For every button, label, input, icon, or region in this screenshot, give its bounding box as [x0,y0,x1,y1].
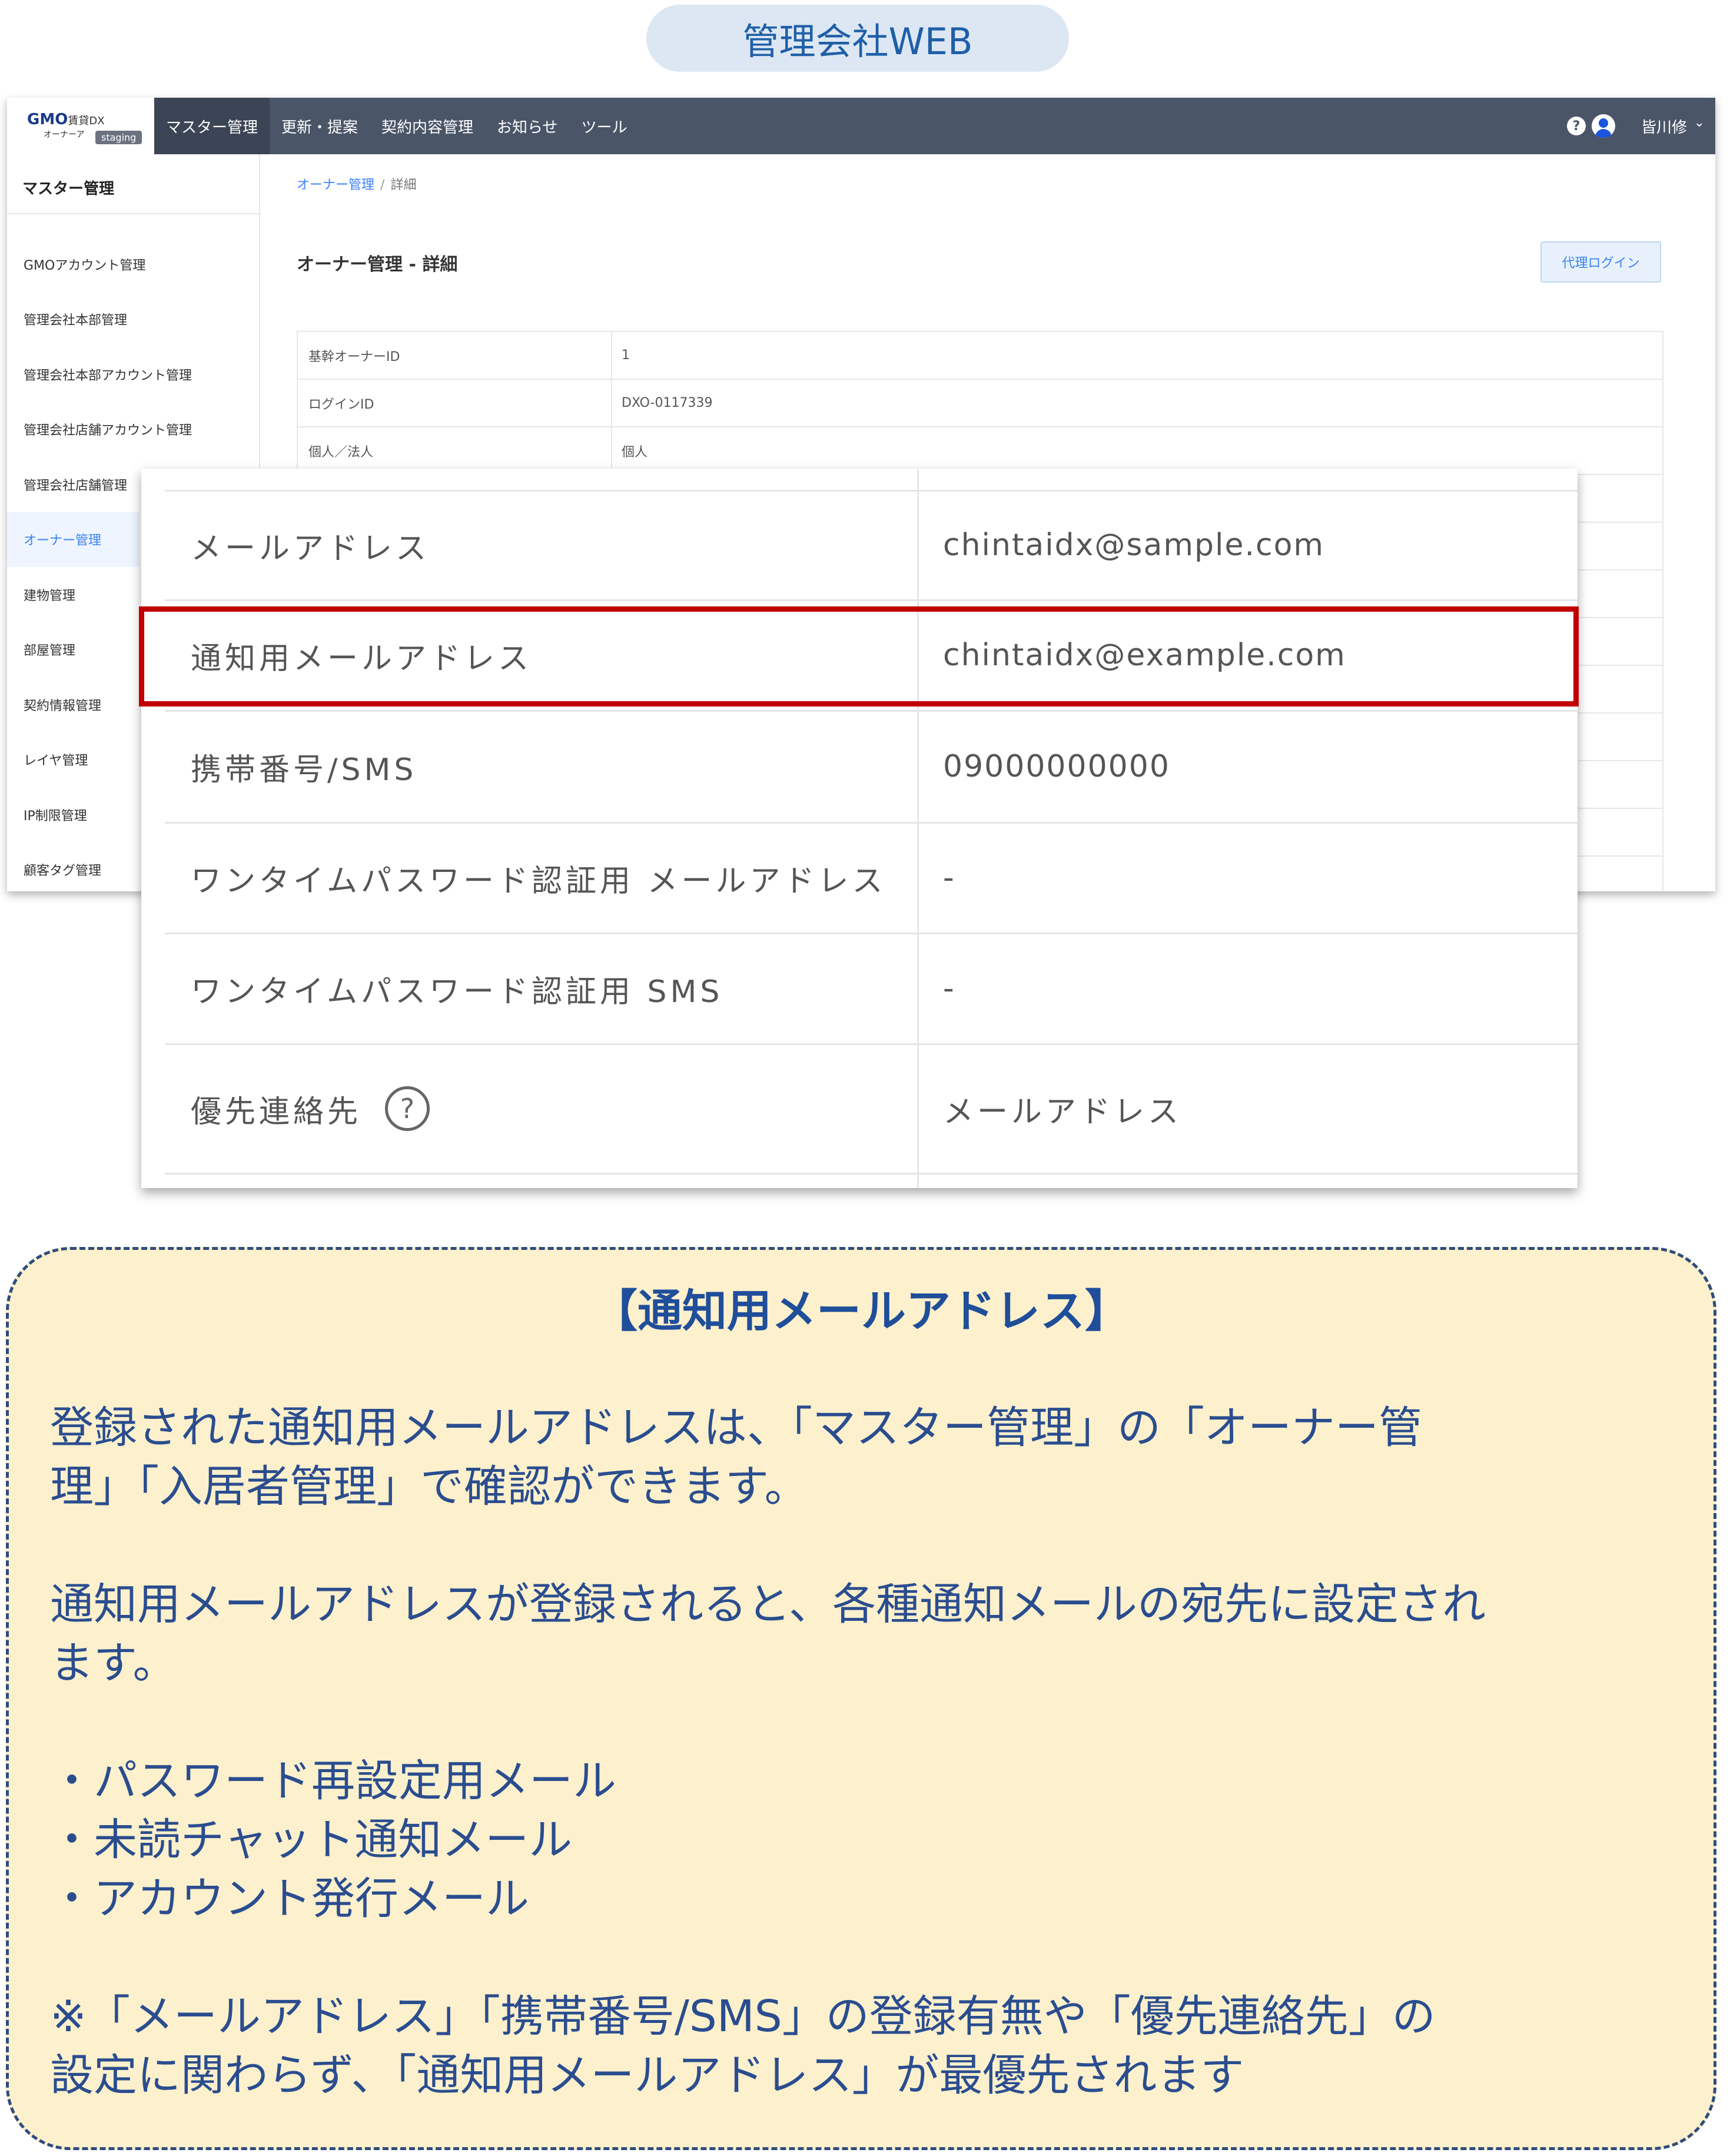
nav-master[interactable]: マスター管理 [154,98,270,154]
row-value: - [943,860,955,895]
list-item: ・アカウント発行メール [50,1873,529,1924]
list-item: ・未読チャット通知メール [50,1815,573,1865]
table-row: 基幹オーナーID 1 [298,332,1662,380]
logo-subtext: オーナーア [44,130,85,140]
row-otp-email: ワンタイムパスワード認証用 メールアドレス - [141,824,1578,931]
breadcrumb: オーナー管理 / 詳細 [297,174,416,193]
row-value: 個人 [622,445,648,460]
sidebar-item-hq-account[interactable]: 管理会社本部アカウント管理 [7,347,259,402]
note-line: 設定に関わらず、「通知用メールアドレス」が最優先されます [50,2050,1244,2101]
highlight-box [139,606,1579,706]
question-icon[interactable]: ? [385,1086,430,1131]
zoomed-detail-table: メールアドレス chintaidx@sample.com 通知用メールアドレス … [141,469,1578,1188]
row-key: メールアドレス [191,530,430,566]
help-icon[interactable]: ? [1567,117,1586,135]
row-key: 優先連絡先? [191,1046,430,1172]
row-key: 個人／法人 [308,445,374,460]
row-value: メールアドレス [943,1094,1183,1130]
row-key: 基幹オーナーID [308,349,400,364]
breadcrumb-sep: / [380,178,385,193]
row-value: 1 [622,348,630,363]
app-title-pill: 管理会社WEB [646,5,1069,72]
row-value: chintaidx@sample.com [943,528,1325,563]
logo-text: GMO賃貸DX [27,111,105,128]
env-badge: staging [95,131,142,144]
sidebar-item-owner[interactable]: オーナー管理 [7,512,140,567]
table-row: ログインID DXO-0117339 [298,380,1662,427]
row-key: ログインID [308,397,374,412]
row-value: DXO-0117339 [622,396,713,410]
row-value: - [943,971,955,1006]
sidebar-title: マスター管理 [22,180,115,198]
row-priority-contact: 優先連絡先? メールアドレス [141,1046,1578,1172]
sidebar-item-store-account[interactable]: 管理会社店舗アカウント管理 [7,402,259,457]
top-navbar: GMO賃貸DX オーナーア staging マスター管理 更新・提案 契約内容管… [7,98,1715,154]
nav-contract[interactable]: 契約内容管理 [370,98,485,154]
divider [7,213,259,214]
list-item: ・パスワード再設定用メール [50,1756,616,1806]
note-line: ※「メールアドレス」「携帯番号/SMS」の登録有無や「優先連絡先」の [50,1991,1436,2042]
paragraph-line: ます。 [50,1638,177,1689]
nav-news[interactable]: お知らせ [485,98,569,154]
row-key: ワンタイムパスワード認証用 SMS [191,974,723,1010]
nav-tools[interactable]: ツール [570,98,639,154]
row-key: 携帯番号/SMS [191,752,417,788]
row-key: ワンタイムパスワード認証用 メールアドレス [191,863,886,899]
nav-renewal[interactable]: 更新・提案 [270,98,370,154]
callout-body: 登録された通知用メールアドレスは、「マスター管理」の「オーナー管 理」「入居者管… [50,1398,1681,2105]
paragraph-line: 登録された通知用メールアドレスは、「マスター管理」の「オーナー管 [50,1402,1422,1453]
user-avatar-icon[interactable] [1592,114,1615,138]
row-otp-sms: ワンタイムパスワード認証用 SMS - [141,935,1578,1042]
sidebar-item-hq[interactable]: 管理会社本部管理 [7,292,259,347]
chevron-down-icon[interactable]: ⌄ [1694,115,1705,130]
row-value: 09000000000 [943,749,1170,784]
info-callout: 【通知用メールアドレス】 登録された通知用メールアドレスは、「マスター管理」の「… [6,1247,1716,2150]
paragraph-line: 理」「入居者管理」で確認ができます。 [50,1461,808,1512]
table-row: 個人／法人 個人 [298,427,1662,475]
proxy-login-button[interactable]: 代理ログイン [1540,241,1661,283]
row-email: メールアドレス chintaidx@sample.com [141,492,1578,598]
main-nav: マスター管理 更新・提案 契約内容管理 お知らせ ツール [154,98,639,154]
logo[interactable]: GMO賃貸DX オーナーア staging [7,98,154,154]
row-mobile-sms: 携帯番号/SMS 09000000000 [141,712,1578,821]
breadcrumb-parent[interactable]: オーナー管理 [297,178,374,193]
user-name[interactable]: 皆川修 [1641,115,1687,137]
breadcrumb-current: 詳細 [390,178,417,193]
page-title: オーナー管理 - 詳細 [297,254,458,275]
sidebar-item-gmo-account[interactable]: GMOアカウント管理 [7,237,259,292]
paragraph-line: 通知用メールアドレスが登録されると、各種通知メールの宛先に設定され [50,1579,1486,1630]
callout-title: 【通知用メールアドレス】 [593,1285,1130,1337]
